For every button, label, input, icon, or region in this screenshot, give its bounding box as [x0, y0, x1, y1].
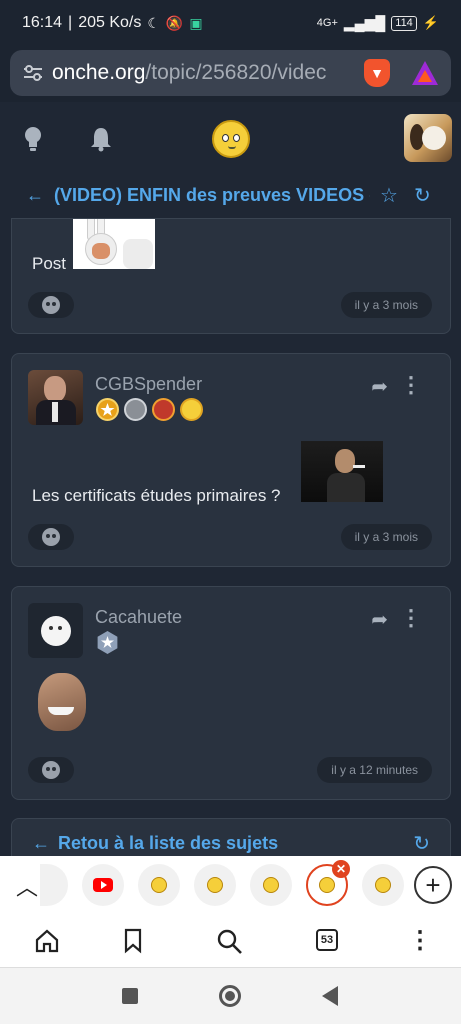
topic-title-bar: ← (VIDEO) ENFIN des preuves VIDEOS de ☆ … — [0, 172, 461, 218]
post-time: il y a 12 minutes — [317, 757, 432, 783]
bulb-icon[interactable] — [22, 126, 44, 152]
gold-star-badge — [96, 398, 119, 421]
url-text[interactable]: onche.org/topic/256820/videc — [52, 61, 352, 85]
face-icon — [42, 528, 60, 546]
signal-icon: ▂▄▆█ — [343, 14, 386, 31]
tab-strip: ︿ ✕ + — [0, 856, 461, 914]
onche-icon — [375, 877, 391, 893]
onche-icon — [263, 877, 279, 893]
face-icon — [42, 761, 60, 779]
charging-icon: ⚡ — [422, 15, 439, 30]
refresh-icon[interactable]: ↻ — [414, 183, 431, 208]
star-icon[interactable]: ☆ — [380, 183, 398, 208]
vpn-icon: ▣ — [189, 14, 203, 31]
onche-icon — [207, 877, 223, 893]
search-icon[interactable] — [216, 928, 244, 956]
author-avatar[interactable] — [28, 370, 83, 425]
chevron-up-icon[interactable]: ︿ — [16, 870, 38, 902]
more-icon[interactable]: ⋮ — [400, 372, 422, 398]
tab-item[interactable] — [362, 864, 404, 906]
tab-item[interactable] — [138, 864, 180, 906]
network-label: 4G+ — [316, 17, 338, 29]
back-arrow-icon: ← — [32, 832, 50, 853]
share-icon[interactable]: ➦ — [371, 374, 388, 399]
character-badge — [152, 398, 175, 421]
bookmark-icon[interactable] — [122, 928, 144, 954]
status-bar: 16:14 | 205 Ko/s ☾ 🔕 ▣ 4G+ ▂▄▆█ 114 ⚡ — [0, 0, 461, 46]
smiley-badge — [180, 398, 203, 421]
brave-shields-icon[interactable]: ▼ — [364, 59, 390, 87]
reaction-button[interactable] — [28, 757, 74, 783]
status-speed: 205 Ko/s — [78, 14, 142, 31]
post-card: CGBSpender ➦ ⋮ Les certificats études pr… — [11, 353, 451, 567]
address-bar[interactable]: onche.org/topic/256820/videc ▼ — [10, 50, 451, 96]
smiling-man-sticker — [32, 671, 94, 733]
onche-icon — [151, 877, 167, 893]
post-text: Post — [32, 254, 67, 273]
face-icon — [42, 296, 60, 314]
reaction-button[interactable] — [28, 292, 74, 318]
mute-icon: 🔕 — [165, 14, 184, 31]
post-text: Les certificats études primaires ? — [32, 486, 281, 505]
topic-title[interactable]: (VIDEO) ENFIN des preuves VIDEOS de — [54, 185, 370, 206]
more-icon[interactable]: ⋮ — [408, 926, 432, 955]
back-to-topics-label: Retou à la liste des sujets — [58, 832, 279, 853]
author-name[interactable]: CGBSpender — [95, 374, 202, 395]
author-avatar[interactable] — [28, 603, 83, 658]
home-button-icon[interactable] — [219, 985, 241, 1007]
bunny-sticker — [73, 219, 155, 269]
home-icon[interactable] — [34, 928, 60, 954]
more-icon[interactable]: ⋮ — [400, 605, 422, 631]
browser-bottom-bar: 53 ⋮ — [0, 914, 461, 968]
post-card: Cacahuete ➦ ⋮ il y a 12 minutes — [11, 586, 451, 800]
author-name[interactable]: Cacahuete — [95, 607, 182, 628]
tab-active[interactable]: ✕ — [306, 860, 350, 906]
onche-logo[interactable] — [212, 120, 250, 158]
post-card: Post il y a 3 mois — [11, 218, 451, 334]
share-icon[interactable]: ➦ — [371, 607, 388, 632]
battery-level: 114 — [391, 15, 417, 31]
tab-item[interactable] — [250, 864, 292, 906]
site-settings-icon[interactable] — [22, 62, 44, 84]
back-triangle-icon[interactable] — [322, 986, 338, 1006]
system-nav-bar — [0, 968, 461, 1024]
browser-toolbar: onche.org/topic/256820/videc ▼ — [0, 46, 461, 102]
status-time: 16:14 — [22, 14, 63, 31]
tab-item[interactable] — [40, 864, 68, 906]
youtube-icon — [93, 878, 113, 892]
refresh-icon[interactable]: ↻ — [413, 831, 430, 856]
post-time: il y a 3 mois — [340, 524, 432, 550]
new-tab-button[interactable]: + — [414, 866, 452, 904]
onche-icon — [319, 877, 335, 893]
post-time: il y a 3 mois — [340, 292, 432, 318]
rewards-icon[interactable] — [412, 61, 438, 85]
tab-youtube[interactable] — [82, 864, 124, 906]
back-arrow-icon[interactable]: ← — [26, 185, 46, 206]
reaction-button[interactable] — [28, 524, 74, 550]
bell-icon[interactable] — [90, 126, 112, 152]
site-header — [0, 102, 461, 172]
silver-star-badge — [97, 631, 118, 654]
recents-icon[interactable] — [122, 988, 138, 1004]
silver-badge — [124, 398, 147, 421]
tab-item[interactable] — [194, 864, 236, 906]
moon-icon: ☾ — [147, 14, 160, 31]
user-avatar[interactable] — [404, 114, 452, 162]
tab-count[interactable]: 53 — [316, 929, 338, 951]
close-icon[interactable]: ✕ — [332, 860, 350, 878]
smoking-man-sticker — [301, 441, 383, 502]
